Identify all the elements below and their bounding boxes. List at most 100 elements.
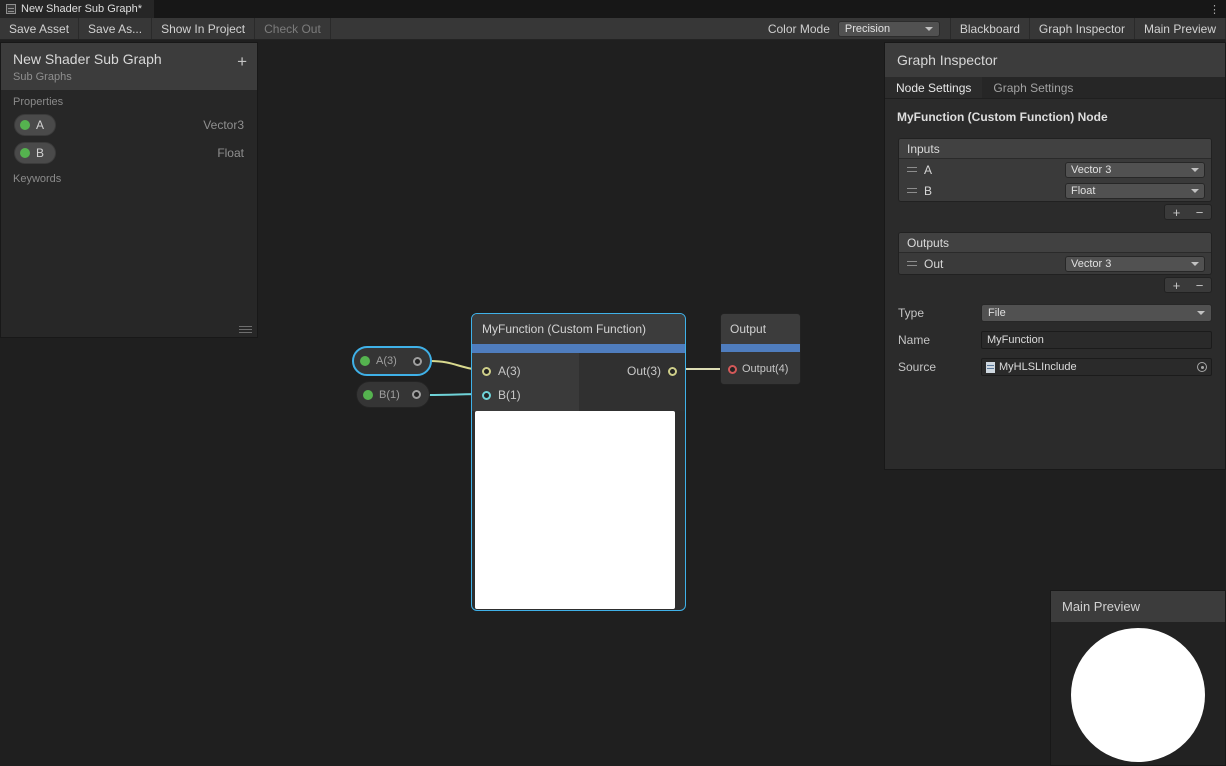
source-field-label: Source [898,360,981,374]
show-in-project-button[interactable]: Show In Project [152,18,255,39]
inspector-tabs: Node Settings Graph Settings [885,77,1225,99]
outputs-row-out[interactable]: Out Vector 3 [899,253,1211,274]
blackboard-toggle-button[interactable]: Blackboard [950,18,1030,39]
main-preview-viewport[interactable] [1051,622,1225,765]
property-pill-a[interactable]: A [14,114,56,136]
graph-inspector-toggle-button[interactable]: Graph Inspector [1030,18,1135,39]
inputs-list-footer: + − [1164,204,1212,220]
blackboard-header[interactable]: New Shader Sub Graph Sub Graphs + [1,43,257,90]
property-pill-b[interactable]: B [14,142,56,164]
add-output-button[interactable]: + [1165,278,1188,292]
inputs-row-b[interactable]: B Float [899,180,1211,201]
inputs-row-a[interactable]: A Vector 3 [899,159,1211,180]
shadergraph-icon [6,4,16,14]
chevron-down-icon [1191,189,1199,193]
remove-input-button[interactable]: − [1188,205,1211,219]
drag-handle-icon[interactable] [907,261,917,266]
node-accent-strip [721,344,800,352]
name-input-value: MyFunction [987,334,1044,346]
input-type-dropdown[interactable]: Float [1065,183,1205,199]
outputs-list: Outputs Out Vector 3 [898,232,1212,275]
node-title[interactable]: Output [721,314,800,344]
property-color-dot [363,390,373,400]
source-object-value: MyHLSLInclude [999,361,1077,373]
output-port-out[interactable] [668,367,677,376]
chevron-down-icon [1191,262,1199,266]
main-preview-toggle-button[interactable]: Main Preview [1135,18,1226,39]
blackboard-subtitle: Sub Graphs [13,71,245,83]
main-preview-title[interactable]: Main Preview [1051,591,1225,622]
blackboard-title: New Shader Sub Graph [13,51,245,67]
outputs-list-header: Outputs [899,233,1211,253]
input-port-row-a: A(3) [472,359,579,383]
input-type-value: Float [1071,185,1095,197]
precision-dropdown[interactable]: Precision [838,21,940,37]
source-object-field[interactable]: MyHLSLInclude [981,358,1212,376]
name-field-label: Name [898,333,981,347]
shader-graph-tab[interactable]: New Shader Sub Graph* [0,0,154,18]
output-node-port[interactable] [728,365,737,374]
outputs-list-footer: + − [1164,277,1212,293]
input-name: B [924,184,932,198]
tab-menu-icon[interactable]: ⋮ [1203,0,1226,18]
drag-handle-icon[interactable] [907,167,917,172]
property-output-port[interactable] [412,390,421,399]
add-input-button[interactable]: + [1165,205,1188,219]
name-input[interactable]: MyFunction [981,331,1212,349]
save-asset-button[interactable]: Save Asset [0,18,79,39]
property-color-dot [20,148,30,158]
add-property-button[interactable]: + [237,53,247,70]
resize-handle[interactable] [239,326,252,333]
output-node-port-label: Output(4) [742,363,788,375]
property-type: Float [217,146,244,160]
tab-node-settings[interactable]: Node Settings [885,77,982,98]
inputs-list-header: Inputs [899,139,1211,159]
property-name: A [36,118,44,132]
type-field-label: Type [898,306,981,320]
graph-inspector-title[interactable]: Graph Inspector [885,43,1225,77]
tab-graph-settings[interactable]: Graph Settings [982,77,1084,98]
output-node-port-row: Output(4) [721,352,800,385]
property-row-b: B Float [1,139,257,167]
property-color-dot [360,356,370,366]
input-type-value: Vector 3 [1071,164,1111,176]
window-tab-bar: New Shader Sub Graph* ⋮ [0,0,1226,18]
output-name: Out [924,257,943,271]
property-node-a[interactable]: A(3) [352,346,432,376]
input-port-a[interactable] [482,367,491,376]
chevron-down-icon [1197,311,1205,315]
properties-section-label: Properties [1,90,257,111]
output-node[interactable]: Output Output(4) [720,313,801,385]
node-accent-strip [472,344,685,353]
remove-output-button[interactable]: − [1188,278,1211,292]
tab-title: New Shader Sub Graph* [21,3,142,15]
node-preview-image [475,411,675,609]
chevron-down-icon [925,27,933,31]
drag-handle-icon[interactable] [907,188,917,193]
node-title[interactable]: MyFunction (Custom Function) [472,314,685,344]
precision-dropdown-value: Precision [845,23,890,35]
property-node-b[interactable]: B(1) [356,381,430,408]
type-dropdown-value: File [988,307,1006,319]
main-preview-panel: Main Preview [1050,590,1226,766]
hlsl-file-icon [986,362,995,373]
custom-function-node[interactable]: MyFunction (Custom Function) A(3) B(1) O… [471,313,686,611]
type-dropdown[interactable]: File [981,304,1212,322]
input-port-b[interactable] [482,391,491,400]
property-node-label: A(3) [376,355,397,367]
property-output-port[interactable] [413,357,422,366]
output-type-dropdown[interactable]: Vector 3 [1065,256,1205,272]
object-picker-icon[interactable] [1197,362,1207,372]
output-type-value: Vector 3 [1071,258,1111,270]
keywords-section-label: Keywords [1,167,257,188]
chevron-down-icon [1191,168,1199,172]
property-row-a: A Vector3 [1,111,257,139]
graph-inspector-panel: Graph Inspector Node Settings Graph Sett… [884,42,1226,470]
input-type-dropdown[interactable]: Vector 3 [1065,162,1205,178]
input-port-a-label: A(3) [498,364,521,378]
input-name: A [924,163,932,177]
toolbar: Save Asset Save As... Show In Project Ch… [0,18,1226,40]
save-as-button[interactable]: Save As... [79,18,152,39]
input-port-b-label: B(1) [498,388,521,402]
blackboard-panel: New Shader Sub Graph Sub Graphs + Proper… [0,42,258,338]
